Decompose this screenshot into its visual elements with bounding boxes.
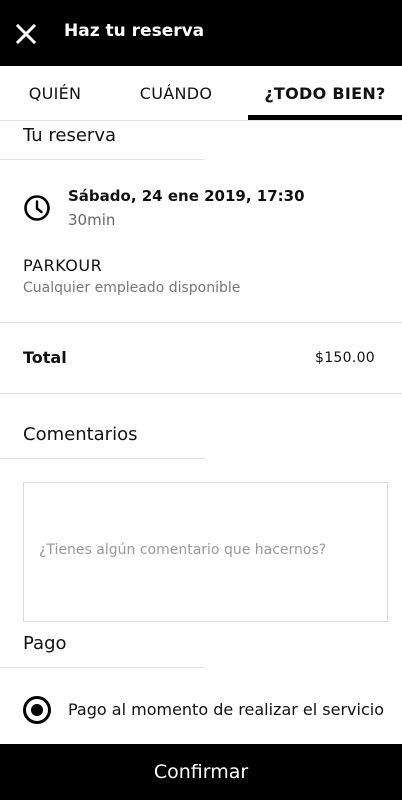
comment-input[interactable] <box>24 483 387 621</box>
section-divider <box>0 159 205 160</box>
total-label: Total <box>23 348 67 367</box>
booking-date: Sábado, 24 ene 2019, 17:30 <box>68 187 305 205</box>
service-name: PARKOUR <box>23 256 103 275</box>
close-icon <box>15 23 37 45</box>
confirm-button[interactable]: Confirmar <box>0 744 402 800</box>
tab-cuando[interactable]: CUÁNDO <box>110 66 242 121</box>
comments-section-title: Comentarios <box>23 424 138 445</box>
app-bar: Haz tu reserva <box>0 0 402 66</box>
step-tabs: QUIÉN CUÁNDO ¿TODO BIEN? <box>0 66 402 121</box>
page-title: Haz tu reserva <box>64 21 205 41</box>
active-tab-indicator <box>248 115 402 120</box>
booking-duration: 30min <box>68 211 116 229</box>
total-value: $150.00 <box>315 350 375 366</box>
booking-section-title: Tu reserva <box>23 125 117 146</box>
section-divider <box>0 667 205 668</box>
payment-section-title: Pago <box>23 633 67 654</box>
clock-icon <box>24 195 50 221</box>
close-button[interactable] <box>14 22 38 46</box>
row-divider <box>0 393 402 394</box>
comment-box <box>23 482 388 622</box>
payment-option-radio[interactable] <box>23 696 51 724</box>
tab-quien[interactable]: QUIÉN <box>0 66 110 121</box>
tab-todo-bien[interactable]: ¿TODO BIEN? <box>248 66 402 121</box>
employee-name: Cualquier empleado disponible <box>23 280 241 296</box>
radio-selected-dot <box>31 704 43 716</box>
row-divider <box>0 322 402 323</box>
section-divider <box>0 458 205 459</box>
payment-option-label[interactable]: Pago al momento de realizar el servicio <box>68 700 384 719</box>
